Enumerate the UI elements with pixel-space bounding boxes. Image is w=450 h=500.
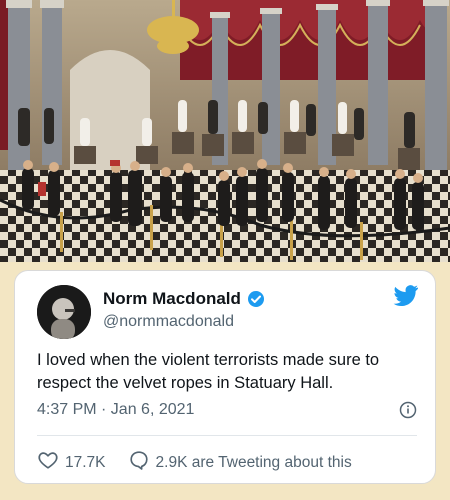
divider bbox=[37, 435, 417, 436]
like-count: 17.7K bbox=[65, 453, 106, 471]
author-name-row: Norm Macdonald bbox=[103, 289, 265, 309]
tweeting-count: 2.9K are Tweeting about this bbox=[155, 453, 352, 471]
tweet-card[interactable]: Norm Macdonald @normmacdonald I loved wh… bbox=[14, 270, 436, 484]
tweeting-about-link[interactable]: 2.9K are Tweeting about this bbox=[128, 449, 352, 476]
info-icon[interactable] bbox=[399, 401, 417, 419]
like-button[interactable]: 17.7K bbox=[37, 449, 106, 476]
tweet-timestamp[interactable]: 4:37 PM · Jan 6, 2021 bbox=[37, 401, 194, 419]
tweet-actions: 17.7K 2.9K are Tweeting about this bbox=[37, 449, 374, 476]
tweet-text: I loved when the violent terrorists made… bbox=[37, 351, 380, 392]
speech-bubble-icon bbox=[128, 449, 150, 476]
author-name[interactable]: Norm Macdonald bbox=[103, 289, 241, 309]
twitter-bird-icon[interactable] bbox=[393, 285, 419, 307]
author-handle[interactable]: @normmacdonald bbox=[103, 313, 234, 331]
statuary-hall-photo bbox=[0, 0, 450, 262]
verified-badge-icon bbox=[247, 290, 265, 308]
heart-icon bbox=[37, 449, 59, 476]
profile-avatar[interactable] bbox=[37, 285, 91, 339]
